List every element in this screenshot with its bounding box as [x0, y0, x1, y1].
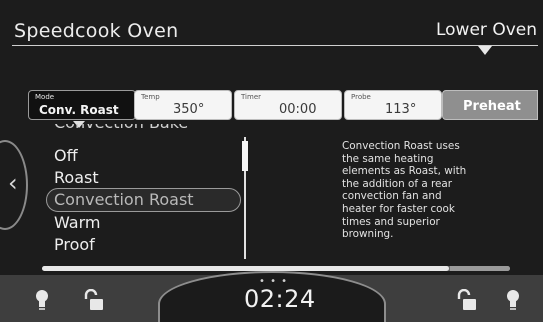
mode-description: Convection Roast uses the same heating e…	[342, 140, 467, 241]
header-divider	[12, 45, 538, 46]
tab-temp-label: Temp	[141, 93, 160, 101]
tab-temp-value: 350°	[173, 102, 205, 117]
lightbulb-icon[interactable]	[505, 289, 521, 315]
preheat-button-label: Preheat	[463, 99, 521, 114]
tab-mode-value: Conv. Roast	[39, 103, 119, 117]
list-item[interactable]: Warm	[54, 213, 100, 232]
chevron-left-icon: ‹	[8, 169, 18, 197]
tab-temp[interactable]: Temp 350°	[134, 90, 232, 120]
list-item[interactable]: Convection Bake	[54, 124, 188, 132]
tab-probe-label: Probe	[351, 93, 371, 101]
cook-progress-fill	[42, 266, 450, 271]
list-scroll-thumb[interactable]	[242, 141, 248, 171]
app-title: Speedcook Oven	[14, 20, 179, 42]
list-item-selected[interactable]: Convection Roast	[54, 190, 194, 209]
list-item[interactable]: Off	[54, 146, 78, 165]
tab-timer[interactable]: Timer 00:00	[234, 90, 342, 120]
oven-selector[interactable]: Lower Oven	[436, 20, 537, 40]
tab-probe[interactable]: Probe 113°	[344, 90, 442, 120]
oven-selector-indicator-icon	[478, 46, 492, 55]
lock-open-icon[interactable]	[82, 288, 104, 315]
tab-timer-label: Timer	[241, 93, 262, 101]
mode-list[interactable]: Convection Bake Off Roast Convection Roa…	[40, 124, 260, 264]
cook-progress-remaining	[450, 266, 510, 271]
list-item[interactable]: Proof	[54, 235, 95, 254]
tab-mode-label: Mode	[35, 93, 55, 101]
settings-tab-bar: Mode Conv. Roast Temp 350° Timer 00:00 P…	[28, 90, 538, 128]
oven-screen: Speedcook Oven Lower Oven Mode Conv. Roa…	[0, 0, 543, 322]
tab-mode[interactable]: Mode Conv. Roast	[28, 90, 136, 128]
lightbulb-icon[interactable]	[34, 289, 50, 315]
lock-open-icon[interactable]	[455, 288, 477, 315]
tab-timer-value: 00:00	[279, 102, 317, 117]
clock[interactable]: 02:24	[244, 285, 316, 313]
preheat-button[interactable]: Preheat	[442, 90, 538, 120]
tab-probe-value: 113°	[385, 102, 417, 117]
list-item[interactable]: Roast	[54, 168, 99, 187]
